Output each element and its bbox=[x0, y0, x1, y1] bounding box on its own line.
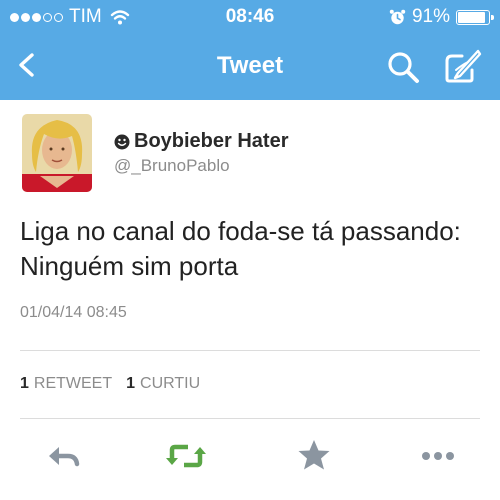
compose-icon[interactable] bbox=[444, 48, 482, 84]
display-name-text: Boybieber Hater bbox=[134, 130, 289, 152]
header: TIM 08:46 91% Tweet bbox=[0, 0, 500, 100]
back-chevron-icon[interactable] bbox=[12, 50, 42, 80]
battery-percentage: 91% bbox=[411, 6, 450, 27]
nav-title: Tweet bbox=[216, 52, 284, 79]
retweets-stat[interactable]: 1 RETWEET bbox=[20, 375, 112, 393]
tweet-text: Liga no canal do foda-se tá passando: Ni… bbox=[20, 216, 461, 281]
divider bbox=[20, 418, 480, 419]
likes-count: 1 bbox=[126, 375, 136, 392]
search-icon[interactable] bbox=[386, 50, 420, 84]
user-handle[interactable]: @_BrunoPablo bbox=[114, 156, 230, 176]
retweet-icon[interactable] bbox=[166, 436, 206, 476]
avatar-image bbox=[22, 114, 92, 192]
divider bbox=[20, 350, 480, 351]
likes-label: CURTIU bbox=[140, 375, 201, 392]
tweet-stats: 1 RETWEET 1 CURTIU bbox=[20, 375, 214, 393]
tweet-timestamp: 01/04/14 08:45 bbox=[20, 304, 127, 321]
battery-icon bbox=[456, 9, 494, 25]
avatar[interactable] bbox=[22, 114, 92, 192]
more-icon[interactable] bbox=[418, 436, 458, 476]
retweets-count: 1 bbox=[20, 375, 29, 392]
favorite-icon[interactable] bbox=[294, 436, 334, 476]
reply-icon[interactable] bbox=[44, 436, 84, 476]
retweets-label: RETWEET bbox=[33, 375, 113, 392]
likes-stat[interactable]: 1 CURTIU bbox=[126, 375, 200, 393]
user-display-name[interactable]: Boybieber Hater bbox=[114, 130, 289, 153]
status-bar: TIM 08:46 91% bbox=[0, 0, 500, 34]
alarm-icon bbox=[389, 9, 406, 24]
smiley-icon bbox=[114, 134, 130, 149]
